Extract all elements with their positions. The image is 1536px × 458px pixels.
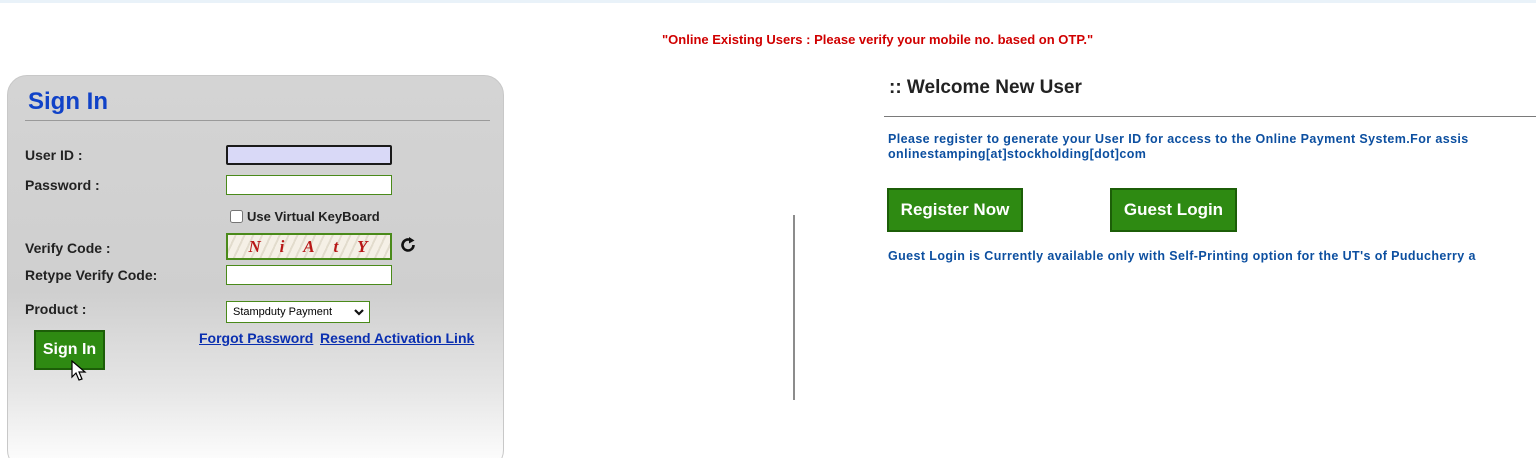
captcha-char: t <box>333 236 341 256</box>
captcha-char: i <box>279 236 287 256</box>
support-email: onlinestamping[at]stockholding[dot]com <box>888 147 1147 161</box>
registration-info-line1: Please register to generate your User ID… <box>888 132 1469 146</box>
welcome-title: :: Welcome New User <box>889 77 1082 98</box>
captcha-image: N i A t Y <box>226 233 392 260</box>
top-accent-line <box>0 0 1536 3</box>
register-now-button[interactable]: Register Now <box>887 188 1023 232</box>
refresh-captcha-icon[interactable] <box>399 236 417 254</box>
captcha-char: N <box>248 236 263 256</box>
resend-activation-link[interactable]: Resend Activation Link <box>320 330 474 346</box>
captcha-char: A <box>303 236 317 256</box>
otp-notice: "Online Existing Users : Please verify y… <box>662 32 1094 47</box>
user-id-input[interactable] <box>226 145 392 165</box>
virtual-keyboard-option[interactable]: Use Virtual KeyBoard <box>230 209 380 224</box>
verify-code-label: Verify Code : <box>25 240 111 256</box>
retype-verify-code-input[interactable] <box>226 265 392 285</box>
product-select[interactable]: Stampduty Payment <box>226 301 370 323</box>
captcha-char: Y <box>357 236 370 256</box>
virtual-keyboard-label: Use Virtual KeyBoard <box>247 209 380 224</box>
welcome-divider <box>884 116 1536 117</box>
password-input[interactable] <box>226 175 392 195</box>
vertical-divider <box>793 215 795 400</box>
guest-login-note: Guest Login is Currently available only … <box>888 249 1476 263</box>
mouse-cursor-icon <box>71 360 87 381</box>
password-label: Password : <box>25 177 100 193</box>
virtual-keyboard-checkbox[interactable] <box>230 210 243 223</box>
signin-title: Sign In <box>28 88 108 115</box>
registration-info: Please register to generate your User ID… <box>888 132 1536 162</box>
forgot-password-link[interactable]: Forgot Password <box>199 330 313 346</box>
retype-verify-code-label: Retype Verify Code: <box>25 267 158 283</box>
guest-login-button[interactable]: Guest Login <box>1110 188 1237 232</box>
signin-panel: Sign In User ID : Password : Use Virtual… <box>7 75 504 458</box>
product-selected-value: Stampduty Payment <box>233 306 333 318</box>
product-label: Product : <box>25 301 87 317</box>
signin-button[interactable]: Sign In <box>34 330 105 370</box>
chevron-down-icon <box>354 309 364 316</box>
title-divider <box>25 120 490 121</box>
user-id-label: User ID : <box>25 147 83 163</box>
